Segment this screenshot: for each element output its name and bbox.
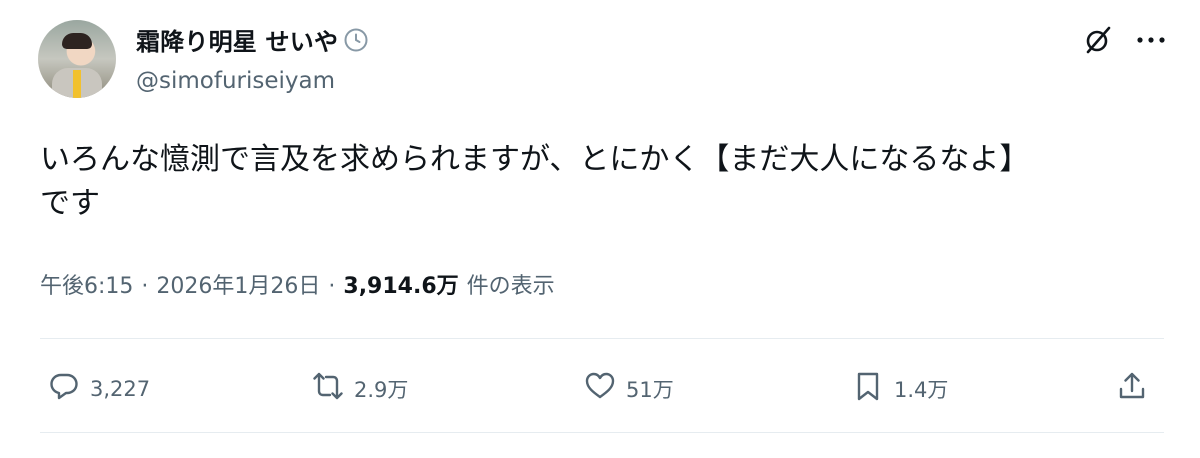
tweet-date[interactable]: 2026年1月26日 — [156, 268, 320, 300]
divider — [40, 338, 1164, 339]
top-actions — [1082, 24, 1166, 56]
name-row: 霜降り明星 せいや — [136, 22, 368, 57]
clock-icon — [344, 28, 368, 52]
repost-count: 2.9万 — [354, 377, 409, 402]
like-icon — [584, 370, 616, 407]
like-button[interactable]: 51万 — [584, 370, 674, 407]
reply-count: 3,227 — [90, 376, 151, 401]
divider — [40, 432, 1164, 433]
tweet-text: いろんな憶測で言及を求められますが、とにかく【まだ大人になるなよ】 です — [40, 142, 1030, 221]
reply-icon — [48, 370, 80, 407]
share-icon — [1116, 370, 1148, 407]
repost-icon — [312, 370, 344, 407]
user-handle[interactable]: @simofuriseiyam — [136, 68, 335, 94]
bookmark-count: 1.4万 — [894, 377, 949, 402]
action-bar: 3,227 2.9万 51万 1.4万 — [0, 362, 1200, 412]
reply-button[interactable]: 3,227 — [48, 370, 150, 407]
grok-icon[interactable] — [1082, 24, 1114, 56]
share-button[interactable] — [1116, 370, 1148, 407]
tweet-meta: 午後6:15 · 2026年1月26日 · 3,914.6万 件の表示 — [40, 268, 555, 300]
meta-separator: · — [141, 274, 149, 299]
more-icon[interactable] — [1136, 35, 1166, 45]
avatar-hair — [62, 33, 92, 49]
display-name[interactable]: 霜降り明星 せいや — [136, 22, 338, 57]
repost-button[interactable]: 2.9万 — [312, 370, 408, 407]
views-count: 3,914.6万 — [343, 274, 459, 299]
tweet-card: 霜降り明星 せいや @simofuriseiyam いろんな憶測で言及を求められ… — [0, 0, 1200, 458]
meta-separator: · — [328, 274, 336, 299]
tweet-time[interactable]: 午後6:15 — [40, 268, 133, 300]
bookmark-icon — [852, 370, 884, 407]
avatar-tie — [73, 70, 81, 98]
bookmark-button[interactable]: 1.4万 — [852, 370, 948, 407]
avatar[interactable] — [38, 20, 116, 98]
like-count: 51万 — [626, 377, 674, 402]
views-label: 件の表示 — [466, 274, 555, 299]
